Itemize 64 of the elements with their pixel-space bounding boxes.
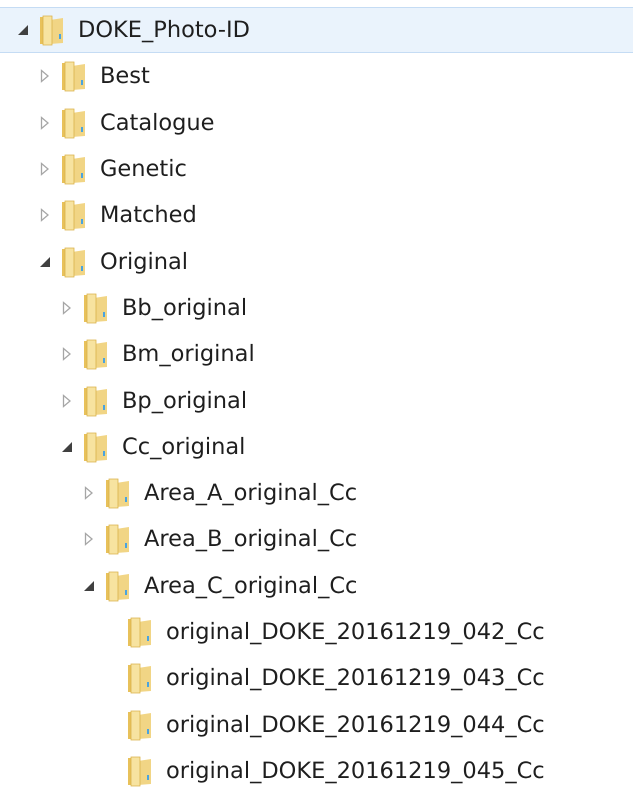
expand-arrow-icon[interactable] [40,116,50,130]
expand-arrow-icon[interactable] [40,162,50,176]
folder-name: Bb_original [122,294,248,321]
folder-icon [104,523,132,556]
folder-icon [60,106,88,139]
folder-name: Matched [100,202,197,228]
expand-arrow-icon[interactable] [62,394,72,408]
folder-icon [82,384,110,417]
expand-arrow-icon[interactable] [84,486,94,500]
folder-name: original_DOKE_20161219_045_Cc [166,758,545,784]
expand-arrow-icon[interactable] [84,532,94,546]
tree-item[interactable]: Bm_original [0,331,633,378]
tree-item[interactable]: Bb_original [0,284,633,332]
folder-name: Area_B_original_Cc [144,526,358,552]
tree-item[interactable]: Original [0,238,633,285]
tree-item[interactable]: original_DOKE_20161219_045_Cc [0,748,633,794]
folder-icon [82,292,110,324]
folder-icon [82,338,110,370]
folder-icon [60,199,88,232]
folder-icon [104,570,132,602]
folder-icon [104,477,132,510]
folder-icon [126,754,154,787]
tree-item[interactable]: original_DOKE_20161219_043_Cc [0,655,633,702]
tree-item[interactable]: Area_A_original_Cc [0,470,633,516]
tree-item[interactable]: Matched [0,192,633,238]
folder-name: original_DOKE_20161219_044_Cc [166,712,545,738]
expand-arrow-icon[interactable] [62,300,72,315]
tree-item[interactable]: Area_C_original_Cc [0,562,633,609]
folder-name: original_DOKE_20161219_042_Cc [166,619,545,645]
tree-item[interactable]: Cc_original [0,424,633,470]
folder-name: Cc_original [122,434,246,460]
tree-item[interactable]: original_DOKE_20161219_044_Cc [0,701,633,748]
collapse-arrow-icon[interactable] [61,440,73,453]
folder-name: Bm_original [122,341,255,368]
folder-icon [38,14,66,46]
tree-item[interactable]: Bp_original [0,377,633,424]
folder-name: Genetic [100,156,187,182]
folder-icon [126,616,154,648]
folder-name: Area_C_original_Cc [144,572,358,599]
expand-arrow-icon[interactable] [40,208,50,222]
tree-item[interactable]: original_DOKE_20161219_042_Cc [0,608,633,656]
tree-item[interactable]: Best [0,53,633,100]
folder-name: original_DOKE_20161219_043_Cc [166,665,545,692]
folder-name: Bp_original [122,388,248,414]
tree-item[interactable]: Area_B_original_Cc [0,516,633,563]
folder-name: Best [100,63,150,90]
folder-icon [126,662,154,694]
folder-name: Area_A_original_Cc [144,480,358,506]
expand-arrow-icon[interactable] [62,347,72,362]
collapse-arrow-icon[interactable] [83,580,95,592]
folder-icon [82,430,110,463]
folder-name: Catalogue [100,110,215,136]
tree-item[interactable]: Genetic [0,146,633,192]
folder-name: Original [100,248,188,275]
expand-arrow-icon[interactable] [40,69,50,84]
collapse-arrow-icon[interactable] [17,24,29,36]
folder-icon [60,246,88,278]
folder-icon [60,60,88,92]
collapse-arrow-icon[interactable] [39,256,51,268]
folder-icon [60,153,88,186]
folder-icon [126,708,154,741]
tree-item[interactable]: Catalogue [0,100,633,146]
tree-item[interactable]: DOKE_Photo-ID [0,7,633,54]
folder-name: DOKE_Photo-ID [78,17,250,44]
